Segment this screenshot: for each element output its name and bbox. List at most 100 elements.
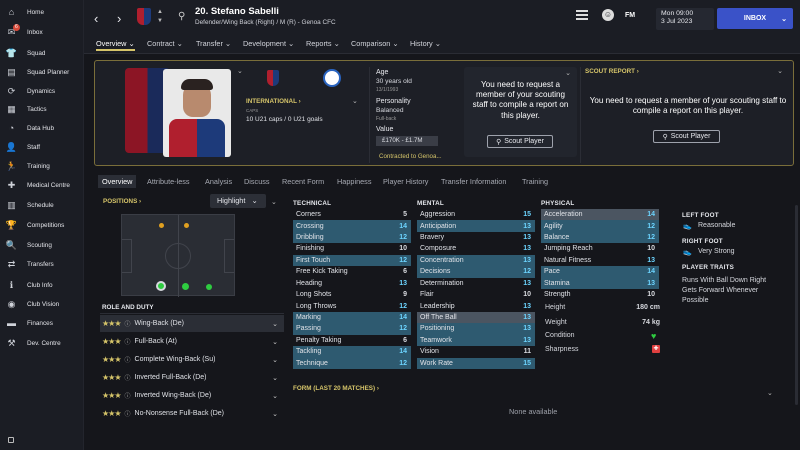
sidebar-item-schedule[interactable]: ▥ Schedule [0, 196, 84, 214]
fm-logo[interactable]: FM [625, 12, 635, 19]
attribute-row[interactable]: Anticipation 13 [417, 220, 535, 232]
attribute-row[interactable]: Long Shots 9 [293, 289, 411, 300]
scout-report-chevron-icon[interactable]: ⌄ [777, 67, 783, 75]
attribute-row[interactable]: Corners 5 [293, 209, 411, 220]
attribute-row[interactable]: Bravery 13 [417, 232, 535, 243]
attribute-row[interactable]: Finishing 10 [293, 243, 411, 254]
position-dot-wbr[interactable] [184, 223, 189, 228]
attribute-row[interactable]: Technique 12 [293, 357, 411, 369]
attribute-row[interactable]: Leadership 13 [417, 300, 535, 311]
form-label[interactable]: FORM (LAST 20 MATCHES) › [293, 385, 379, 392]
subnav-development[interactable]: Development ⌄ [243, 39, 294, 48]
attribute-row[interactable]: Marking 14 [293, 311, 411, 324]
highlight-dropdown[interactable]: Highlight ⌄ [210, 194, 266, 208]
positions-label[interactable]: POSITIONS › [103, 198, 141, 205]
attribute-row[interactable]: Vision 11 [417, 346, 535, 357]
sidebar-item-club-info[interactable]: ℹ Club Info [0, 276, 84, 294]
attribute-row[interactable]: Positioning 13 [417, 323, 535, 335]
position-dot-mr[interactable] [159, 223, 164, 228]
attribute-row[interactable]: Composure 13 [417, 243, 535, 254]
attribute-row[interactable]: Stamina 13 [541, 277, 659, 289]
attribute-row[interactable]: Dribbling 12 [293, 231, 411, 244]
attribute-row[interactable]: Tackling 14 [293, 346, 411, 358]
sidebar-item-training[interactable]: 🏃 Training [0, 157, 84, 175]
attribute-row[interactable]: Aggression 15 [417, 209, 535, 220]
international-label[interactable]: INTERNATIONAL › [246, 98, 301, 105]
attribute-row[interactable]: Heading 13 [293, 278, 411, 289]
inbox-button[interactable]: INBOX ⌄ [717, 8, 793, 29]
tab-training[interactable]: Training [522, 177, 548, 186]
sidebar-item-transfers[interactable]: ⇄ Transfers [0, 255, 84, 273]
attribute-row[interactable]: Off The Ball 13 [417, 311, 535, 324]
sidebar-item-data-hub[interactable]: ◔ Data Hub [0, 119, 84, 137]
scout-report-label[interactable]: SCOUT REPORT › [585, 68, 639, 75]
subnav-reports[interactable]: Reports ⌄ [306, 39, 340, 48]
club-switch-icon[interactable]: ▲ ▼ [157, 8, 163, 26]
attribute-row[interactable]: Crossing 14 [293, 220, 411, 232]
sidebar-item-medical-centre[interactable]: ✚ Medical Centre [0, 176, 84, 194]
form-chevron-icon[interactable]: ⌄ [767, 389, 773, 397]
menu-icon[interactable] [576, 10, 588, 20]
attribute-row[interactable]: Long Throws 12 [293, 300, 411, 311]
position-dot-wb[interactable] [182, 283, 189, 290]
attribute-row[interactable]: Penalty Taking 6 [293, 335, 411, 346]
forward-arrow-icon[interactable]: › [117, 11, 121, 26]
sidebar-item-finances[interactable]: ▬ Finances [0, 314, 84, 332]
position-dot-dr-natural[interactable] [156, 281, 166, 291]
attribute-row[interactable]: Concentration 13 [417, 254, 535, 267]
sidebar-item-staff[interactable]: 👤 Staff [0, 138, 84, 156]
subnav-contract[interactable]: Contract ⌄ [147, 39, 183, 48]
manager-avatar-icon[interactable]: ☺ [602, 9, 614, 21]
tab-discuss[interactable]: Discuss [244, 177, 270, 186]
scout-player-button-2[interactable]: ⚲ Scout Player [653, 130, 720, 143]
tab-transfer-information[interactable]: Transfer Information [441, 177, 506, 186]
scout-player-button-1[interactable]: ⚲ Scout Player [487, 135, 553, 148]
sidebar-item-squad[interactable]: 👕 Squad [0, 44, 84, 62]
panel-chevron-icon[interactable]: ⌄ [565, 69, 571, 77]
attribute-row[interactable]: Flair 10 [417, 289, 535, 300]
subnav-comparison[interactable]: Comparison ⌄ [351, 39, 399, 48]
date-display[interactable]: Mon 09:00 3 Jul 2023 [656, 8, 714, 30]
role-row-no-nonsense-full-back-de[interactable]: ★★★ ⓘ No-Nonsense Full-Back (De) ⌄ [100, 405, 284, 422]
tab-player-history[interactable]: Player History [383, 177, 428, 186]
attribute-row[interactable]: Decisions 12 [417, 266, 535, 278]
search-icon[interactable]: ⚲ [178, 11, 185, 22]
attribute-row[interactable]: Determination 13 [417, 278, 535, 289]
tab-overview[interactable]: Overview [98, 175, 137, 188]
photo-menu-chevron-icon[interactable]: ⌄ [237, 67, 243, 75]
tab-recent-form[interactable]: Recent Form [282, 177, 324, 186]
contracted-to-link[interactable]: Contracted to Genoa... [379, 153, 442, 160]
italy-federation-crest-icon[interactable] [323, 69, 341, 87]
sidebar-item-tactics[interactable]: ▦ Tactics [0, 100, 84, 118]
attribute-row[interactable]: Pace 14 [541, 266, 659, 278]
attribute-row[interactable]: Free Kick Taking 6 [293, 266, 411, 277]
attribute-row[interactable]: Passing 12 [293, 323, 411, 335]
position-dot-m[interactable] [206, 284, 212, 290]
tab-happiness[interactable]: Happiness [337, 177, 371, 186]
attribute-row[interactable]: Teamwork 13 [417, 334, 535, 347]
subnav-overview[interactable]: Overview ⌄ [96, 39, 135, 51]
attribute-row[interactable]: Natural Fitness 13 [541, 255, 659, 266]
role-row-inverted-wing-back-de[interactable]: ★★★ ⓘ Inverted Wing-Back (De) ⌄ [100, 387, 284, 404]
positions-chevron-icon[interactable]: ⌄ [271, 198, 277, 206]
sidebar-item-home[interactable]: ⌂ Home [0, 3, 84, 21]
international-chevron-icon[interactable]: ⌄ [352, 97, 358, 105]
attribute-row[interactable]: Balance 12 [541, 231, 659, 244]
vertical-scrollbar[interactable] [795, 205, 798, 405]
tab-analysis[interactable]: Analysis [205, 177, 232, 186]
sidebar-item-dynamics[interactable]: ⟳ Dynamics [0, 82, 84, 100]
attribute-row[interactable]: First Touch 12 [293, 254, 411, 267]
role-row-inverted-full-back-de[interactable]: ★★★ ⓘ Inverted Full-Back (De) ⌄ [100, 369, 284, 386]
back-arrow-icon[interactable]: ‹ [94, 11, 98, 26]
sidebar-item-scouting[interactable]: 🔍 Scouting [0, 236, 84, 254]
attribute-row[interactable]: Strength 10 [541, 289, 659, 300]
attribute-row[interactable]: Work Rate 15 [417, 357, 535, 369]
role-row-complete-wing-back-su[interactable]: ★★★ ⓘ Complete Wing-Back (Su) ⌄ [100, 351, 284, 368]
sidebar-item-inbox[interactable]: ✉ 6 Inbox [0, 23, 84, 41]
sidebar-item-competitions[interactable]: 🏆 Competitions [0, 216, 84, 234]
genoa-crest-icon[interactable] [137, 8, 151, 25]
role-row-full-back-at[interactable]: ★★★ ⓘ Full-Back (At) ⌄ [100, 333, 284, 350]
genoa-crest-icon[interactable] [267, 70, 279, 86]
tab-attribute-less[interactable]: Attribute-less [147, 177, 190, 186]
attribute-row[interactable]: Agility 12 [541, 220, 659, 232]
